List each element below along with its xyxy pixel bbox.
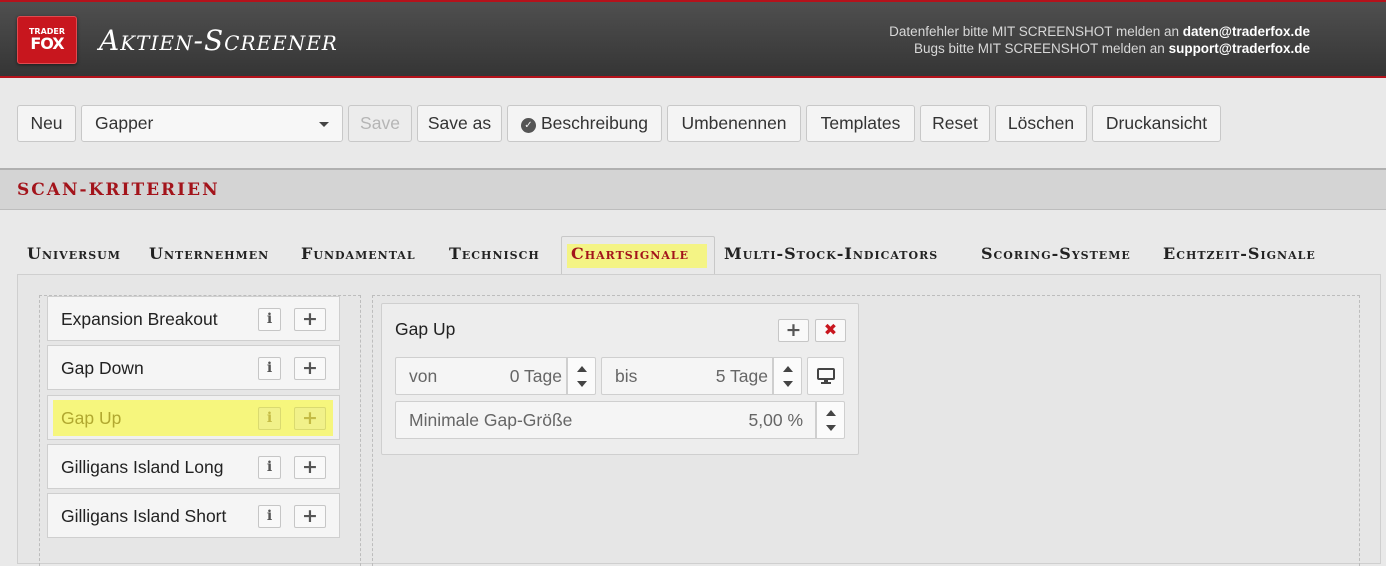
add-condition-icon[interactable]: + [778, 319, 809, 342]
tab-multi-stock-indicators[interactable]: Multi-Stock-Indicators [724, 244, 938, 264]
add-icon[interactable]: + [294, 407, 326, 430]
add-icon[interactable]: + [294, 456, 326, 479]
bug-text: Bugs bitte MIT SCREENSHOT melden an [913, 41, 1169, 56]
rename-button[interactable]: Umbenennen [667, 105, 801, 142]
arrow-up-icon[interactable] [826, 410, 836, 416]
description-label: Beschreibung [540, 113, 649, 133]
app-title: Aktien-Screener [99, 24, 338, 57]
scan-select[interactable]: Gapper [81, 105, 343, 142]
from-days-input[interactable]: von 0 Tage [395, 357, 567, 395]
remove-criterion-icon[interactable]: ✖ [815, 319, 846, 342]
info-icon[interactable]: i [258, 456, 281, 479]
from-days-value: 0 Tage [509, 366, 562, 386]
tab-chartsignale[interactable]: Chartsignale [571, 244, 689, 264]
check-circle-icon: ✓ [520, 118, 536, 133]
save-as-button[interactable]: Save as [417, 105, 502, 142]
info-icon[interactable]: i [258, 407, 281, 430]
to-days-value: 5 Tage [715, 366, 768, 386]
data-error-email[interactable]: daten@traderfox.de [1183, 24, 1310, 39]
list-item[interactable]: Gilligans Island Short i + [47, 493, 340, 538]
arrow-down-icon[interactable] [783, 381, 793, 387]
arrow-up-icon[interactable] [783, 366, 793, 372]
add-icon[interactable]: + [294, 505, 326, 528]
list-item-label: Gap Down [61, 358, 144, 378]
data-error-text: Datenfehler bitte MIT SCREENSHOT melden … [889, 24, 1183, 39]
info-icon[interactable]: i [258, 357, 281, 380]
to-days-stepper[interactable] [773, 357, 802, 395]
scan-select-value: Gapper [95, 113, 154, 133]
monitor-button[interactable] [807, 357, 844, 395]
monitor-icon [817, 368, 835, 384]
tab-unternehmen[interactable]: Unternehmen [149, 244, 269, 264]
new-button[interactable]: Neu [17, 105, 76, 142]
list-item-label: Gilligans Island Short [61, 506, 227, 526]
list-item-label: Gilligans Island Long [61, 457, 224, 477]
tab-echtzeit-signale[interactable]: Echtzeit-Signale [1163, 244, 1316, 264]
min-gap-size-label: Minimale Gap-Größe [409, 410, 573, 430]
add-icon[interactable]: + [294, 357, 326, 380]
to-days-input[interactable]: bis 5 Tage [601, 357, 773, 395]
criteria-tabs: Universum Unternehmen Fundamental Techni… [0, 210, 1386, 275]
arrow-down-icon[interactable] [577, 381, 587, 387]
chevron-down-icon [319, 122, 329, 127]
reset-button[interactable]: Reset [920, 105, 990, 142]
arrow-up-icon[interactable] [577, 366, 587, 372]
contact-info: Datenfehler bitte MIT SCREENSHOT melden … [889, 23, 1310, 57]
tab-universum[interactable]: Universum [27, 244, 121, 264]
list-item-label: Expansion Breakout [61, 309, 218, 329]
bug-contact: Bugs bitte MIT SCREENSHOT melden an supp… [889, 40, 1310, 57]
min-gap-size-value: 5,00 % [748, 410, 803, 430]
logo-line-2: FOX [30, 34, 64, 53]
from-days-label: von [409, 366, 438, 386]
arrow-down-icon[interactable] [826, 425, 836, 431]
tab-technisch[interactable]: Technisch [449, 244, 540, 264]
description-button[interactable]: ✓ Beschreibung [507, 105, 662, 142]
print-view-button[interactable]: Druckansicht [1092, 105, 1221, 142]
to-days-label: bis [615, 366, 638, 386]
list-item[interactable]: Gap Up i + [47, 395, 340, 440]
list-item[interactable]: Gilligans Island Long i + [47, 444, 340, 489]
data-error-contact: Datenfehler bitte MIT SCREENSHOT melden … [889, 23, 1310, 40]
section-header: SCAN-KRITERIEN [0, 168, 1386, 210]
criterion-title: Gap Up [395, 319, 456, 339]
list-item[interactable]: Gap Down i + [47, 345, 340, 390]
bug-email[interactable]: support@traderfox.de [1169, 41, 1310, 56]
save-button[interactable]: Save [348, 105, 412, 142]
delete-button[interactable]: Löschen [995, 105, 1087, 142]
min-gap-size-input[interactable]: Minimale Gap-Größe 5,00 % [395, 401, 816, 439]
info-icon[interactable]: i [258, 308, 281, 331]
toolbar: Neu Gapper Save Save as ✓ Beschreibung Um… [0, 78, 1386, 168]
add-icon[interactable]: + [294, 308, 326, 331]
section-title: SCAN-KRITERIEN [17, 180, 220, 200]
list-item[interactable]: Expansion Breakout i + [47, 296, 340, 341]
app-header: TRADER FOX Aktien-Screener Datenfehler b… [0, 0, 1386, 78]
from-days-stepper[interactable] [567, 357, 596, 395]
tab-scoring-systeme[interactable]: Scoring-Systeme [981, 244, 1131, 264]
tab-fundamental[interactable]: Fundamental [301, 244, 416, 264]
info-icon[interactable]: i [258, 505, 281, 528]
min-gap-size-stepper[interactable] [816, 401, 845, 439]
list-item-label: Gap Up [61, 408, 122, 428]
traderfox-logo[interactable]: TRADER FOX [17, 16, 77, 64]
templates-button[interactable]: Templates [806, 105, 915, 142]
